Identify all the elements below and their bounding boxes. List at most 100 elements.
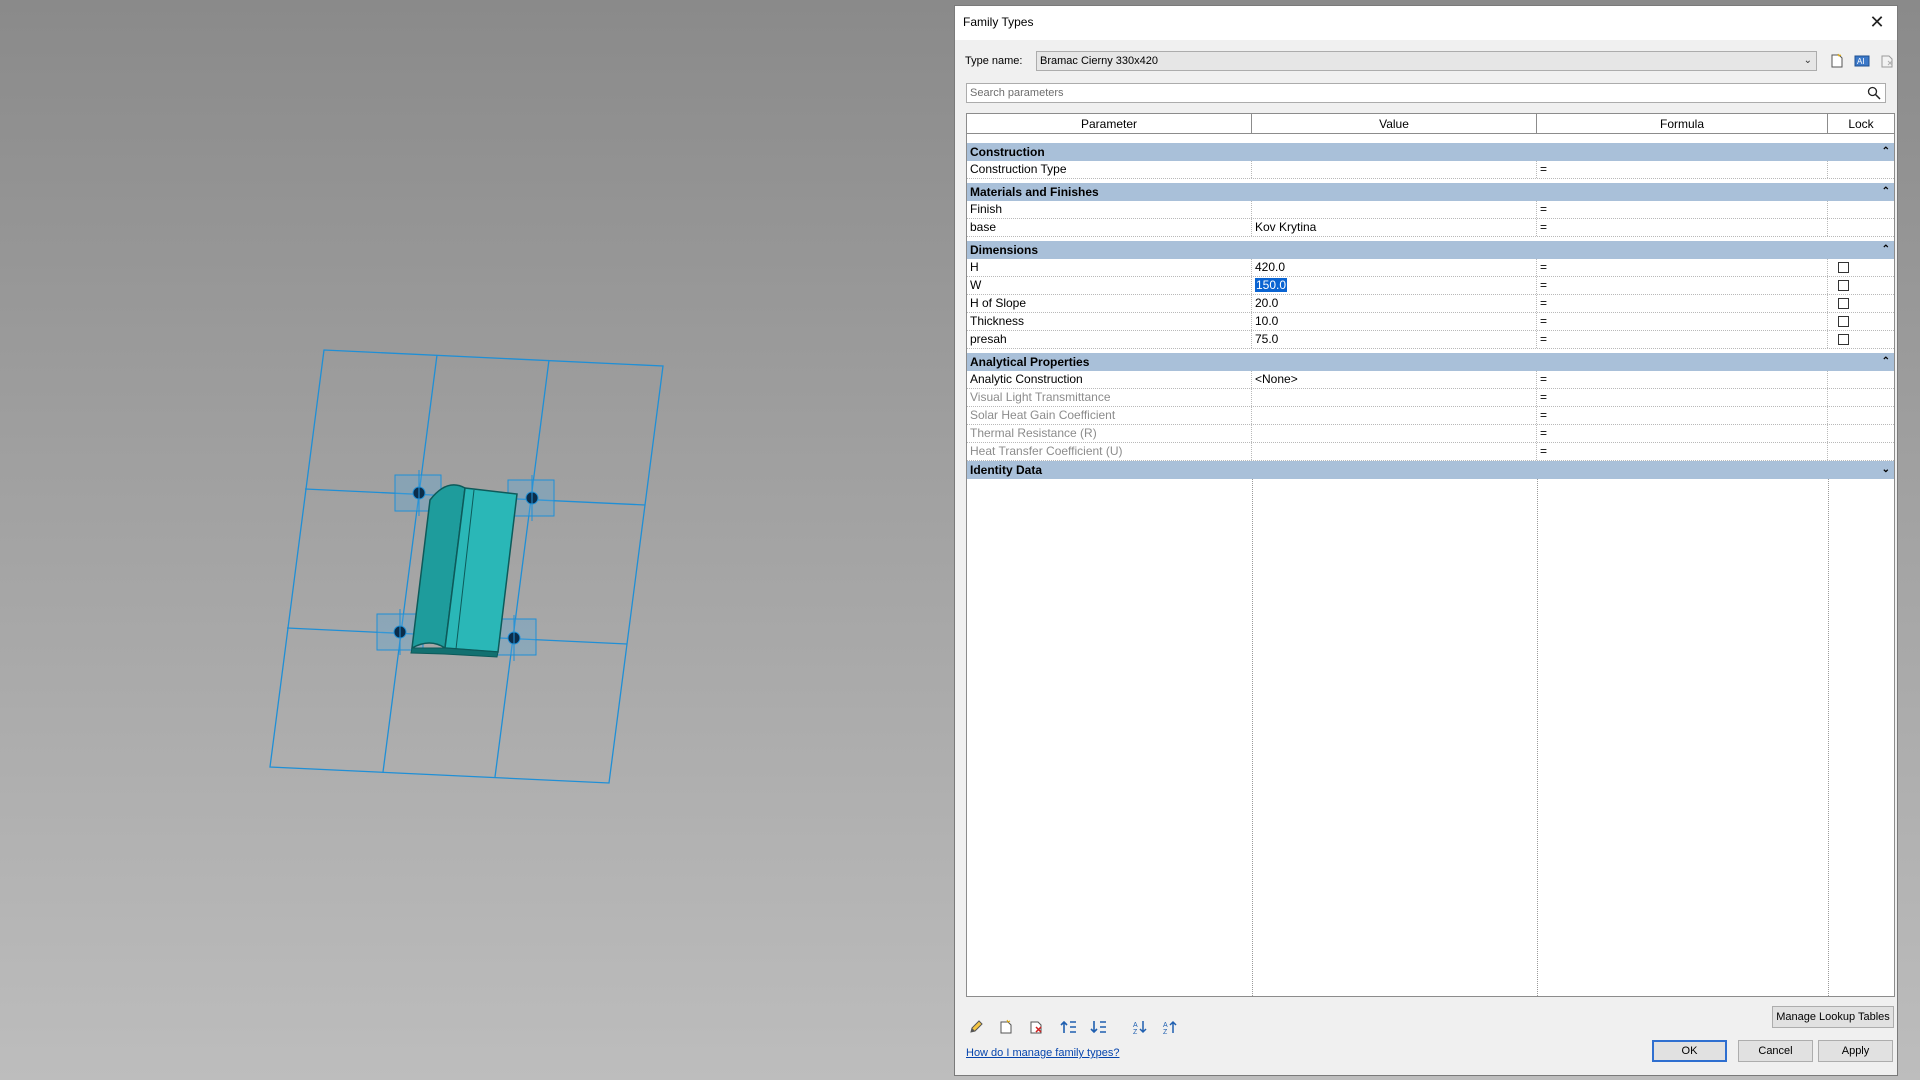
delete-type-icon[interactable] [1877, 52, 1897, 70]
delete-parameter-icon[interactable] [1025, 1017, 1047, 1037]
model-viewport[interactable] [0, 0, 954, 1080]
lock-checkbox[interactable] [1838, 262, 1849, 273]
lock-checkbox[interactable] [1838, 280, 1849, 291]
parameter-value-editing[interactable]: 150.0 [1252, 277, 1537, 294]
parameter-row[interactable]: Analytic Construction <None> = [967, 371, 1894, 389]
selected-value-text[interactable]: 150.0 [1255, 278, 1288, 292]
new-type-icon[interactable] [1827, 52, 1847, 70]
column-header-lock[interactable]: Lock [1828, 114, 1894, 134]
svg-text:A: A [1133, 1022, 1138, 1029]
type-name-value: Bramac Cierny 330x420 [1040, 55, 1159, 67]
column-divider [1537, 479, 1538, 996]
search-icon[interactable] [1863, 84, 1885, 102]
parameter-row[interactable]: W 150.0 = [967, 277, 1894, 295]
parameter-value[interactable]: Kov Krytina [1252, 219, 1537, 236]
parameter-value[interactable] [1252, 161, 1537, 178]
tile-model-view [269, 349, 664, 784]
parameter-value [1252, 389, 1537, 406]
parameter-value[interactable]: 10.0 [1252, 313, 1537, 330]
cancel-button[interactable]: Cancel [1738, 1040, 1813, 1062]
group-identity-data[interactable]: Identity Data ⌄ [967, 461, 1894, 479]
collapse-icon[interactable]: ⌃ [1882, 183, 1890, 201]
parameter-lock-cell [1828, 259, 1894, 276]
type-name-label: Type name: [965, 55, 1023, 67]
parameter-lock-cell [1828, 371, 1894, 388]
parameter-formula[interactable]: = [1537, 161, 1828, 178]
parameter-formula[interactable]: = [1537, 277, 1828, 294]
parameter-formula: = [1537, 407, 1828, 424]
sort-ascending-icon[interactable]: AZ [1129, 1017, 1151, 1037]
move-up-icon[interactable] [1058, 1017, 1080, 1037]
close-icon[interactable]: ✕ [1863, 10, 1891, 34]
lock-checkbox[interactable] [1838, 334, 1849, 345]
parameter-formula: = [1537, 443, 1828, 460]
parameter-value [1252, 443, 1537, 460]
ok-button[interactable]: OK [1652, 1040, 1727, 1062]
parameter-name: H of Slope [967, 295, 1252, 312]
group-dimensions[interactable]: Dimensions ⌃ [967, 241, 1894, 259]
dialog-title: Family Types [963, 15, 1034, 29]
parameter-name: Thickness [967, 313, 1252, 330]
parameter-formula[interactable]: = [1537, 371, 1828, 388]
parameter-value[interactable]: 20.0 [1252, 295, 1537, 312]
parameter-lock-cell [1828, 295, 1894, 312]
parameter-value[interactable]: 420.0 [1252, 259, 1537, 276]
dialog-titlebar: Family Types ✕ [955, 6, 1897, 40]
group-materials-and-finishes[interactable]: Materials and Finishes ⌃ [967, 183, 1894, 201]
new-parameter-icon[interactable] [995, 1017, 1017, 1037]
sort-descending-icon[interactable]: AZ [1159, 1017, 1181, 1037]
parameter-lock-cell [1828, 389, 1894, 406]
parameter-lock-cell [1828, 407, 1894, 424]
type-name-dropdown[interactable]: Bramac Cierny 330x420 ⌄ [1036, 51, 1817, 71]
manage-lookup-tables-button[interactable]: Manage Lookup Tables [1772, 1006, 1894, 1028]
parameter-row[interactable]: Finish = [967, 201, 1894, 219]
parameter-formula[interactable]: = [1537, 313, 1828, 330]
parameter-row: Heat Transfer Coefficient (U) = [967, 443, 1894, 461]
column-header-formula[interactable]: Formula [1537, 114, 1828, 134]
edit-parameter-icon[interactable] [965, 1017, 987, 1037]
parameter-formula[interactable]: = [1537, 219, 1828, 236]
parameter-row: Thermal Resistance (R) = [967, 425, 1894, 443]
parameter-formula[interactable]: = [1537, 201, 1828, 218]
parameter-row[interactable]: Construction Type = [967, 161, 1894, 179]
parameter-row[interactable]: Thickness 10.0 = [967, 313, 1894, 331]
svg-text:AI: AI [1857, 57, 1865, 66]
parameter-value [1252, 407, 1537, 424]
move-down-icon[interactable] [1088, 1017, 1110, 1037]
parameter-row[interactable]: base Kov Krytina = [967, 219, 1894, 237]
parameter-formula[interactable]: = [1537, 295, 1828, 312]
column-header-value[interactable]: Value [1252, 114, 1537, 134]
apply-button[interactable]: Apply [1818, 1040, 1893, 1062]
rename-type-icon[interactable]: AI [1852, 52, 1872, 70]
parameter-formula[interactable]: = [1537, 259, 1828, 276]
collapse-icon[interactable]: ⌃ [1882, 143, 1890, 161]
parameter-value [1252, 425, 1537, 442]
parameter-name: Visual Light Transmittance [967, 389, 1252, 406]
svg-text:Z: Z [1163, 1029, 1168, 1035]
help-link[interactable]: How do I manage family types? [966, 1047, 1119, 1059]
group-label: Materials and Finishes [970, 185, 1099, 199]
parameter-formula[interactable]: = [1537, 331, 1828, 348]
parameter-row: Visual Light Transmittance = [967, 389, 1894, 407]
group-analytical-properties[interactable]: Analytical Properties ⌃ [967, 353, 1894, 371]
parameter-value[interactable] [1252, 201, 1537, 218]
parameter-value[interactable]: 75.0 [1252, 331, 1537, 348]
lock-checkbox[interactable] [1838, 316, 1849, 327]
group-construction[interactable]: Construction ⌃ [967, 143, 1894, 161]
parameter-lock-cell [1828, 277, 1894, 294]
parameter-row[interactable]: presah 75.0 = [967, 331, 1894, 349]
column-header-parameter[interactable]: Parameter [967, 114, 1252, 134]
parameter-name: Solar Heat Gain Coefficient [967, 407, 1252, 424]
collapse-icon[interactable]: ⌃ [1882, 353, 1890, 371]
parameter-name: W [967, 277, 1252, 294]
collapse-icon[interactable]: ⌃ [1882, 241, 1890, 259]
parameter-lock-cell [1828, 425, 1894, 442]
parameter-value[interactable]: <None> [1252, 371, 1537, 388]
lock-checkbox[interactable] [1838, 298, 1849, 309]
parameter-row[interactable]: H 420.0 = [967, 259, 1894, 277]
expand-icon[interactable]: ⌄ [1882, 461, 1890, 479]
parameter-name: Finish [967, 201, 1252, 218]
parameter-row[interactable]: H of Slope 20.0 = [967, 295, 1894, 313]
search-parameters-input[interactable] [966, 83, 1886, 103]
parameter-name: Construction Type [967, 161, 1252, 178]
